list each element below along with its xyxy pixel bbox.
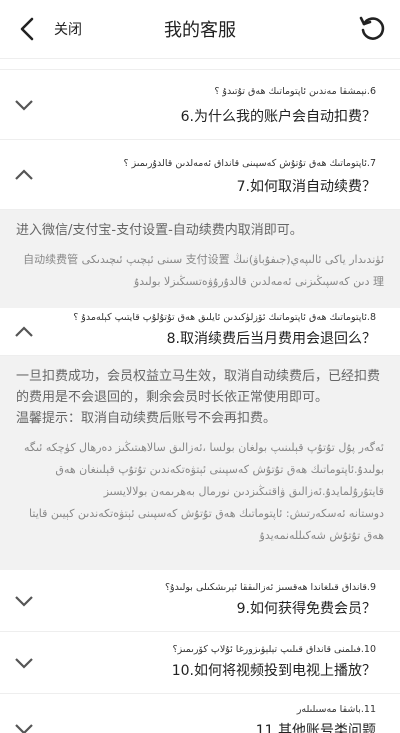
question-zh: 10.如何将视频投到电视上播放？ [171,663,376,679]
question-ug: 7.ئاپتوماتىك ھەق تۇتۇش كەسپىنى قانداق ئە… [123,158,376,169]
faq-item-6[interactable]: 6.نېمشقا مەندىن ئاپتوماتىك ھەق تۇتىدۇ ؟ … [0,70,400,140]
question-zh: 11.其他账号类问题 [255,723,376,733]
answer-zh: 进入微信/支付宝-支付设置-自动续费内取消即可。 [16,223,303,238]
header-bar: 关闭 我的客服 [0,0,400,59]
page-title: 我的客服 [164,20,236,41]
refresh-icon[interactable] [358,14,386,42]
question-ug: 11.باشقا مەسىلىلەر [296,704,376,715]
question-zh: 6.为什么我的账户会自动扣费？ [180,109,376,125]
question-ug: 9.قانداق قىلغاندا ھەقسىز ئەزالىققا ئېرىش… [165,582,376,593]
question-ug: 10.فىلمنى قانداق قىلىپ تېلېۋىزورغا ئۇلاپ… [172,644,376,655]
faq-item-partial[interactable] [0,58,400,70]
chevron-down-icon [15,657,33,669]
chevron-down-icon [15,595,33,607]
chevron-up-icon [15,325,33,337]
answer-8: 一旦扣费成功，会员权益立马生效，取消自动续费后，已经扣费的费用是不会退回的，剩余… [0,356,400,570]
answer-ug: ئەگەر پۇل تۇتۇپ قېلىنىپ بولغان بولسا ،ئە… [24,441,384,498]
answer-ug: ئۈندىدار ياكى ئالىپەي(جىفۇباۋ)نىڭ 支付设置 س… [23,253,384,288]
faq-item-11[interactable]: 11.باشقا مەسىلىلەر 11.其他账号类问题 [0,694,400,733]
question-ug: 6.نېمشقا مەندىن ئاپتوماتىك ھەق تۇتىدۇ ؟ [214,86,376,97]
answer-tip: 温馨提示：取消自动续费后账号不会再扣费。 [16,411,277,426]
chevron-down-icon [15,99,33,111]
faq-item-9[interactable]: 9.قانداق قىلغاندا ھەقسىز ئەزالىققا ئېرىش… [0,570,400,632]
faq-list: 6.نېمشقا مەندىن ئاپتوماتىك ھەق تۇتىدۇ ؟ … [0,58,400,733]
answer-zh: 一旦扣费成功，会员权益立马生效，取消自动续费后，已经扣费的费用是不会退回的，剩余… [16,369,381,405]
question-zh: 7.如何取消自动续费？ [236,179,376,195]
answer-ug-tip: دوستانە ئەسكەرتىش: ئاپتوماتىك ھەق تۇتۇش … [29,507,384,542]
answer-7: 进入微信/支付宝-支付设置-自动续费内取消即可。 ئۈندىدار ياكى ئ… [0,210,400,308]
question-ug: 8.ئاپتوماتىك ھەق ئاپتوماتىك ئۆزلۈكىدىن ئ… [73,312,376,323]
question-zh: 8.取消续费后当月费用会退回么？ [166,331,376,347]
faq-item-7[interactable]: 7.ئاپتوماتىك ھەق تۇتۇش كەسپىنى قانداق ئە… [0,140,400,210]
faq-item-8[interactable]: 8.ئاپتوماتىك ھەق ئاپتوماتىك ئۆزلۈكىدىن ئ… [0,308,400,356]
question-zh: 9.如何获得免费会员？ [236,601,376,617]
chevron-down-icon [15,724,33,733]
faq-item-10[interactable]: 10.فىلمنى قانداق قىلىپ تېلېۋىزورغا ئۇلاپ… [0,632,400,694]
chevron-up-icon [15,168,33,180]
